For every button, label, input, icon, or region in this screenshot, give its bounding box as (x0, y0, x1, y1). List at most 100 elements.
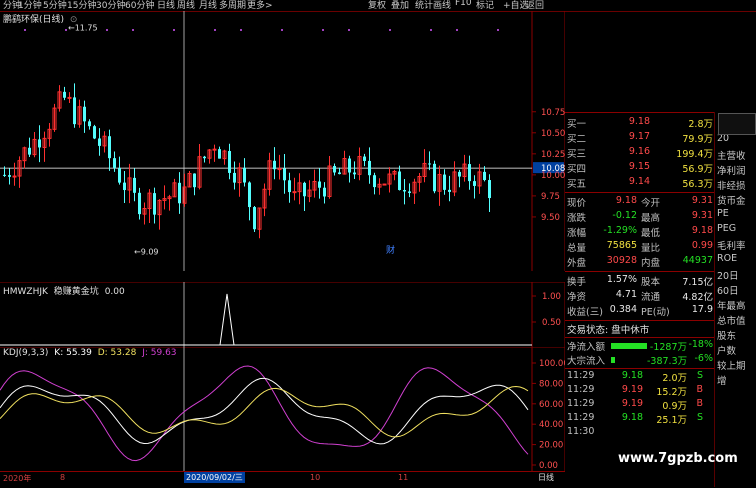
signal-marker (281, 29, 283, 31)
candle (203, 155, 206, 163)
tick-volume: 0.9万 (662, 401, 687, 412)
order-volume: 56.9万 (682, 164, 713, 175)
indicator1-signal-spike (219, 293, 235, 346)
candle (318, 168, 321, 199)
kdj-indicator-chart[interactable]: 100.00 80.00 60.00 40.00 20.00 0.00 (0, 347, 565, 471)
toolbar-button-4[interactable]: F10 (455, 0, 472, 8)
period-tab-10[interactable]: 更多> (247, 0, 273, 11)
sidebar-item-3[interactable]: 货币金 (717, 193, 746, 207)
sidebar-item-9[interactable]: 60日 (717, 283, 739, 297)
order-book-row[interactable]: 买四 9.15 56.9万 (565, 161, 715, 175)
indicator1-title: HMWZHJK 稳赚黄金坑 0.00 (3, 284, 125, 297)
period-tab-9[interactable]: 多周期 (219, 0, 246, 11)
quote-stat-row: 现价 9.18 今开 9.31 (565, 195, 715, 209)
toolbar-button-1[interactable]: 叠加 (391, 0, 409, 11)
order-price: 9.14 (628, 176, 650, 187)
sidebar-item-6[interactable]: 毛利率 (717, 238, 746, 252)
candle (237, 162, 242, 197)
quote-divider (565, 337, 715, 338)
date-axis-label: 11 (398, 473, 409, 482)
kdj-d-line (0, 385, 529, 438)
period-tab-1[interactable]: 1分钟 (18, 0, 42, 11)
toolbar-button-3[interactable]: 画线 (433, 0, 451, 11)
sidebar-item-10[interactable]: 年最高 (717, 298, 746, 312)
period-tab-8[interactable]: 月线 (199, 0, 217, 11)
stat-value: 9.18 (615, 195, 637, 206)
candle (38, 125, 41, 163)
sidebar-item-4[interactable]: PE (717, 208, 729, 219)
candle (468, 155, 471, 190)
candle (377, 178, 382, 195)
sidebar-item-13[interactable]: 户数 (717, 343, 736, 357)
order-book-row[interactable]: 买一 9.18 2.8万 (565, 116, 715, 130)
tick-row: 11:29 9.18 25.1万 S (565, 412, 715, 426)
date-axis-label: 10 (310, 473, 321, 482)
toolbar-button-2[interactable]: 统计 (415, 0, 433, 11)
stat-value: 17.9 (691, 304, 713, 315)
candle (348, 155, 351, 183)
candle (357, 147, 362, 181)
candle (73, 83, 76, 128)
sidebar-item-14[interactable]: 较上期 (717, 358, 746, 372)
tick-price: 9.19 (621, 398, 643, 409)
toolbar-button-6[interactable]: +自选 (503, 0, 529, 11)
order-price: 9.17 (628, 131, 650, 142)
sidebar-thumb-icon[interactable] (718, 113, 756, 135)
stat-value: 44937 (682, 255, 713, 266)
order-volume: 79.9万 (682, 134, 713, 145)
sidebar-item-8[interactable]: 20日 (717, 268, 739, 282)
candle (422, 149, 427, 183)
order-price: 9.18 (628, 116, 650, 127)
signal-marker (456, 29, 458, 31)
quote-stat-row: 净资 4.71 流通 4.82亿 (565, 289, 715, 303)
candlestick-chart[interactable]: 10.7510.5010.2510.0810.009.759.50←11.75←… (0, 11, 565, 271)
period-tab-6[interactable]: 日线 (157, 0, 175, 11)
settings-icon[interactable]: ⊙ (70, 15, 78, 25)
tick-volume: 15.2万 (656, 387, 687, 398)
toolbar-button-7[interactable]: 返回 (526, 0, 544, 11)
period-tab-5[interactable]: 60分钟 (125, 0, 154, 11)
sidebar-item-7[interactable]: ROE (717, 253, 737, 264)
tick-row: 11:29 9.19 15.2万 B (565, 384, 715, 398)
period-tab-7[interactable]: 周线 (177, 0, 195, 11)
candle (22, 146, 27, 169)
order-book-row[interactable]: 买五 9.14 56.3万 (565, 176, 715, 190)
candle (392, 169, 397, 181)
sidebar-item-15[interactable]: 增 (717, 373, 727, 387)
sidebar-item-12[interactable]: 股东 (717, 328, 736, 342)
toolbar-button-5[interactable]: 标记 (476, 0, 494, 11)
candle (412, 178, 417, 205)
stat-value: 1.57% (606, 274, 637, 285)
period-tab-2[interactable]: 5分钟 (43, 0, 67, 11)
stock-title: 鹏鹞环保(日线) (3, 15, 65, 25)
tick-time: 11:29 (567, 412, 595, 423)
period-tab-label[interactable]: 日线 (538, 472, 554, 483)
candle (83, 100, 86, 133)
order-book-row[interactable]: 买二 9.17 79.9万 (565, 131, 715, 145)
stat-value: 4.71 (615, 289, 637, 300)
candle (452, 161, 457, 197)
sidebar-item-2[interactable]: 非经损 (717, 178, 746, 192)
kdj-code[interactable]: KDJ(9,3,3) (3, 348, 48, 358)
sidebar-item-5[interactable]: PEG (717, 223, 736, 234)
candle (443, 169, 446, 195)
period-tab-4[interactable]: 30分钟 (96, 0, 125, 11)
order-book-row[interactable]: 买三 9.16 199.4万 (565, 146, 715, 160)
candle (77, 99, 82, 128)
sidebar-item-0[interactable]: 主营收 (717, 148, 746, 162)
tick-price: 9.19 (621, 384, 643, 395)
indicator1-code[interactable]: HMWZHJK (3, 287, 48, 297)
candle (283, 153, 286, 194)
candle (382, 183, 387, 186)
sidebar-item-11[interactable]: 总市值 (717, 313, 746, 327)
sidebar-item-1[interactable]: 净利润 (717, 163, 746, 177)
stat-value: 30928 (606, 255, 637, 266)
period-tab-3[interactable]: 15分钟 (67, 0, 96, 11)
candle (373, 172, 376, 195)
indicator1-tick-label: 0.50 (542, 318, 561, 328)
toolbar-button-0[interactable]: 复权 (368, 0, 386, 11)
candle (47, 122, 52, 147)
candle (273, 147, 276, 180)
candle (243, 158, 246, 187)
signal-marker (65, 29, 67, 31)
